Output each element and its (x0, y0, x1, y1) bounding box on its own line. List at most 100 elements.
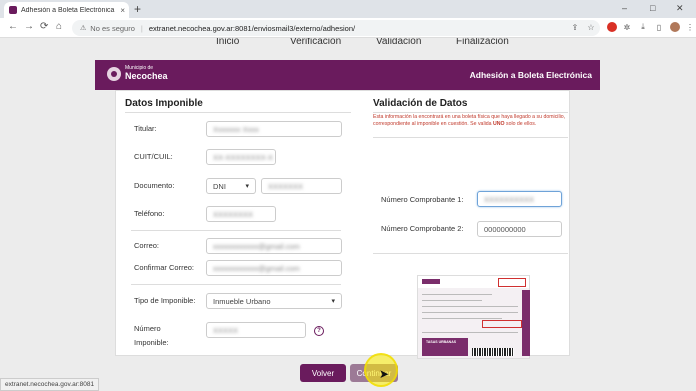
minimize-icon[interactable]: – (622, 3, 627, 13)
receipt-barcode (472, 348, 514, 356)
correo-label: Correo: (134, 241, 160, 250)
puzzle-icon[interactable]: ✲ (622, 22, 632, 32)
chevron-down-icon: ▾ (245, 183, 249, 190)
receipt-line (422, 300, 482, 301)
titular-input[interactable]: Xxxxxxx Xxxx (206, 121, 342, 137)
municipio-logo: Municipio de Necochea (107, 66, 168, 81)
validacion-underline (373, 112, 568, 113)
datos-imponible-title: Datos Imponible (125, 98, 203, 109)
datos-underline (125, 112, 351, 113)
telefono-input[interactable]: XXXXXXXX (206, 206, 276, 222)
correo-input[interactable]: xxxxxxxxxxxx@gmail.com (206, 238, 342, 254)
tab-close-icon[interactable]: × (120, 6, 129, 15)
documento-label: Documento: (134, 181, 175, 190)
home-icon[interactable]: ⌂ (56, 21, 62, 32)
warning-icon: ⚠ (80, 25, 87, 32)
page-header: Municipio de Necochea Adhesión a Boleta … (95, 60, 600, 90)
browser-tab[interactable]: Adhesión a Boleta Electrónica · ... × (4, 2, 129, 18)
numero-imponible-label-line2: Imponible: (134, 338, 169, 347)
numero-imponible-value: XXXXX (213, 325, 239, 335)
confirmar-correo-label: Confirmar Correo: (134, 263, 195, 272)
validacion-title: Validación de Datos (373, 98, 468, 109)
receipt-line (422, 332, 518, 333)
menu-icon[interactable]: ⋮ (685, 22, 695, 32)
logo-text-big: Necochea (125, 71, 168, 81)
receipt-line (422, 312, 518, 313)
cuit-label: CUIT/CUIL: (134, 152, 173, 161)
divider (131, 284, 341, 285)
documento-type-select[interactable]: DNI ▾ (206, 178, 256, 194)
telefono-value: XXXXXXXX (213, 209, 254, 219)
documento-type-value: DNI (213, 181, 226, 191)
volver-button[interactable]: Volver (300, 364, 346, 382)
receipt-line (422, 306, 518, 307)
tipo-imponible-label: Tipo de Imponible: (134, 296, 196, 305)
confirmar-correo-input[interactable]: xxxxxxxxxxxx@gmail.com (206, 260, 342, 276)
comprobante-2-placeholder: 0000000000 (484, 224, 526, 234)
browser-tab-strip: Adhesión a Boleta Electrónica · ... × + … (0, 0, 696, 18)
tipo-imponible-value: Inmueble Urbano (213, 296, 271, 306)
back-icon[interactable]: ← (8, 21, 18, 32)
maximize-icon[interactable]: □ (650, 3, 655, 13)
sample-receipt-image: TASAS URBANAS (417, 275, 530, 359)
form-card: Datos Imponible Titular: Xxxxxxx Xxxx CU… (115, 90, 570, 359)
page-viewport: Inicio Verificación Validación Finalizac… (0, 38, 696, 391)
confirmar-correo-value: xxxxxxxxxxxx@gmail.com (213, 263, 300, 273)
help-icon[interactable]: ? (314, 326, 324, 336)
info-line-3: solo de (505, 121, 523, 127)
step-validacion: Validación (376, 38, 422, 47)
validacion-info: Esta información la encontrará en una bo… (373, 114, 568, 128)
titular-label: Titular: (134, 124, 157, 133)
url-text: extranet.necochea.gov.ar:8081/enviosmail… (148, 23, 356, 33)
comprobante-1-input[interactable]: XXXXXXXXXX (477, 191, 562, 207)
comprobante-1-label: Número Comprobante 1: (381, 195, 464, 204)
info-line-1: Esta información la encontrará en una bo… (373, 114, 542, 120)
browser-toolbar: ← → ⟳ ⌂ ⚠ No es seguro | extranet.necoch… (0, 18, 696, 38)
receipt-side-band (522, 290, 530, 356)
divider (373, 253, 568, 254)
reload-icon[interactable]: ⟳ (40, 21, 48, 32)
step-verificacion: Verificación (290, 38, 342, 47)
logo-mark-icon (107, 66, 121, 81)
receipt-line (422, 318, 502, 319)
header-title: Adhesión a Boleta Electrónica (469, 70, 592, 80)
numero-imponible-input[interactable]: XXXXX (206, 322, 306, 338)
sidebar-icon[interactable]: ▯ (654, 22, 664, 32)
divider (373, 137, 568, 138)
close-window-icon[interactable]: ✕ (676, 3, 684, 14)
receipt-line (422, 294, 492, 295)
profile-avatar[interactable] (670, 22, 680, 32)
receipt-highlight-top (498, 278, 526, 287)
download-icon[interactable]: ⤓ (638, 22, 648, 32)
divider (131, 230, 341, 231)
tab-title: Adhesión a Boleta Electrónica · ... (21, 6, 117, 14)
receipt-band-text: TASAS URBANAS (426, 340, 457, 344)
comprobante-2-label: Número Comprobante 2: (381, 224, 464, 233)
documento-input[interactable]: XXXXXXX (261, 178, 342, 194)
correo-value: xxxxxxxxxxxx@gmail.com (213, 241, 300, 251)
address-separator: | (140, 23, 143, 33)
address-bar[interactable]: ⚠ No es seguro | extranet.necochea.gov.a… (72, 20, 600, 36)
receipt-logo (422, 279, 440, 284)
comprobante-2-input[interactable]: 0000000000 (477, 221, 562, 237)
wizard-steps: Inicio Verificación Validación Finalizac… (0, 38, 696, 48)
new-tab-button[interactable]: + (134, 2, 141, 16)
share-icon[interactable]: ⇪ (570, 22, 580, 32)
bookmark-star-icon[interactable]: ☆ (586, 22, 596, 32)
cuit-value: XX-XXXXXXXX-X (213, 152, 274, 162)
security-label: No es seguro (90, 23, 135, 33)
numero-imponible-label-line1: Número (134, 324, 161, 333)
mouse-cursor-icon: ➤ (379, 367, 390, 381)
tipo-imponible-select[interactable]: Inmueble Urbano ▾ (206, 293, 342, 309)
telefono-label: Teléfono: (134, 209, 165, 218)
status-bar: extranet.necochea.gov.ar:8081 (0, 378, 100, 391)
step-finalizacion: Finalización (456, 38, 509, 47)
chevron-down-icon: ▾ (331, 298, 335, 305)
documento-value: XXXXXXX (268, 181, 304, 191)
forward-icon[interactable]: → (24, 21, 34, 32)
titular-value: Xxxxxxx Xxxx (213, 124, 259, 134)
step-inicio: Inicio (216, 38, 240, 47)
comprobante-1-value: XXXXXXXXXX (484, 194, 535, 204)
extension-icon[interactable] (607, 22, 617, 32)
cuit-input[interactable]: XX-XXXXXXXX-X (206, 149, 276, 165)
